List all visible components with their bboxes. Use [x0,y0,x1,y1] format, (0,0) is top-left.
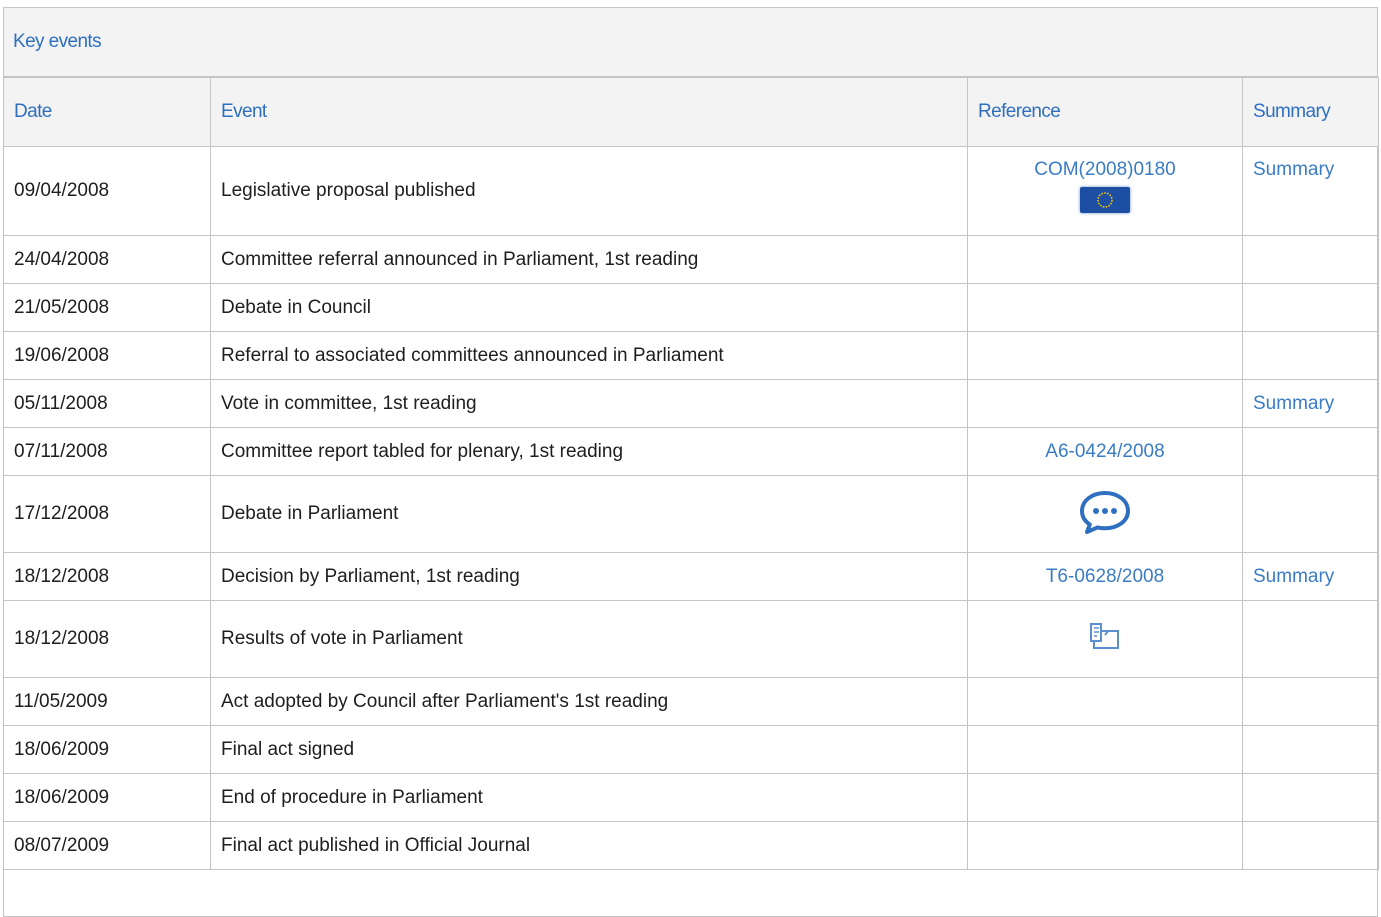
event-summary-cell [1242,725,1379,774]
event-reference-cell [967,235,1243,284]
key-events-table: Date Event Reference Summary 09/04/2008 … [3,77,1379,870]
vote-results-icon[interactable] [1088,620,1122,652]
event-date: 24/04/2008 [3,235,211,284]
speech-bubble-icon[interactable] [1077,487,1133,535]
table-row: 17/12/2008 Debate in Parliament [3,475,1379,553]
reference-link[interactable]: T6-0628/2008 [1046,566,1164,587]
event-date: 07/11/2008 [3,427,211,476]
reference-link[interactable]: COM(2008)0180 [1034,159,1176,181]
event-description: End of procedure in Parliament [210,773,968,822]
event-summary-cell: Summary [1242,146,1379,236]
event-description: Committee referral announced in Parliame… [210,235,968,284]
event-description: Legislative proposal published [210,146,968,236]
event-summary-cell [1242,331,1379,380]
table-row: 18/12/2008 Decision by Parliament, 1st r… [3,552,1379,601]
event-reference-cell [967,725,1243,774]
event-reference-cell: T6-0628/2008 [967,552,1243,601]
event-description: Decision by Parliament, 1st reading [210,552,968,601]
table-row: 18/06/2009 End of procedure in Parliamen… [3,773,1379,822]
table-row: 19/06/2008 Referral to associated commit… [3,331,1379,380]
event-summary-cell [1242,283,1379,332]
table-row: 18/12/2008 Results of vote in Parliament [3,600,1379,678]
event-description: Debate in Parliament [210,475,968,553]
column-header-reference: Reference [967,77,1243,147]
event-description: Final act published in Official Journal [210,821,968,870]
event-date: 05/11/2008 [3,379,211,428]
event-reference-cell [967,379,1243,428]
event-reference-cell [967,773,1243,822]
table-row: 11/05/2009 Act adopted by Council after … [3,677,1379,726]
eu-flag-icon[interactable] [1080,187,1130,213]
event-description: Referral to associated committees announ… [210,331,968,380]
event-date: 18/06/2009 [3,725,211,774]
event-date: 18/12/2008 [3,600,211,678]
event-summary-cell [1242,677,1379,726]
event-summary-cell [1242,235,1379,284]
event-summary-cell [1242,821,1379,870]
event-summary-cell: Summary [1242,379,1379,428]
event-description: Final act signed [210,725,968,774]
table-row: 24/04/2008 Committee referral announced … [3,235,1379,284]
table-row: 18/06/2009 Final act signed [3,725,1379,774]
event-date: 08/07/2009 [3,821,211,870]
event-summary-cell: Summary [1242,552,1379,601]
event-description: Committee report tabled for plenary, 1st… [210,427,968,476]
column-header-date: Date [3,77,211,147]
column-header-event: Event [210,77,968,147]
reference-link[interactable]: A6-0424/2008 [1045,441,1164,462]
table-row: 05/11/2008 Vote in committee, 1st readin… [3,379,1379,428]
event-date: 09/04/2008 [3,146,211,236]
key-events-panel: Key events Date Event Reference Summary … [3,7,1379,917]
event-summary-cell [1242,773,1379,822]
table-row: 09/04/2008 Legislative proposal publishe… [3,146,1379,236]
event-date: 19/06/2008 [3,331,211,380]
panel-title: Key events [13,31,102,52]
event-description: Act adopted by Council after Parliament'… [210,677,968,726]
event-description: Debate in Council [210,283,968,332]
event-date: 21/05/2008 [3,283,211,332]
event-summary-cell [1242,600,1379,678]
event-reference-cell: COM(2008)0180 [967,146,1243,236]
event-date: 18/12/2008 [3,552,211,601]
summary-link[interactable]: Summary [1253,159,1334,180]
summary-link[interactable]: Summary [1253,566,1334,587]
event-reference-cell: A6-0424/2008 [967,427,1243,476]
event-summary-cell [1242,475,1379,553]
summary-link[interactable]: Summary [1253,393,1334,414]
event-reference-cell [967,821,1243,870]
panel-title-bar: Key events [4,8,1377,77]
event-summary-cell [1242,427,1379,476]
event-reference-cell [967,475,1243,553]
event-reference-cell [967,283,1243,332]
event-date: 18/06/2009 [3,773,211,822]
event-description: Results of vote in Parliament [210,600,968,678]
column-header-summary: Summary [1242,77,1379,147]
event-date: 17/12/2008 [3,475,211,553]
event-reference-cell [967,331,1243,380]
event-date: 11/05/2009 [3,677,211,726]
table-header-row: Date Event Reference Summary [3,77,1379,147]
table-row: 08/07/2009 Final act published in Offici… [3,821,1379,870]
table-row: 07/11/2008 Committee report tabled for p… [3,427,1379,476]
event-reference-cell [967,677,1243,726]
event-description: Vote in committee, 1st reading [210,379,968,428]
table-row: 21/05/2008 Debate in Council [3,283,1379,332]
event-reference-cell [967,600,1243,678]
